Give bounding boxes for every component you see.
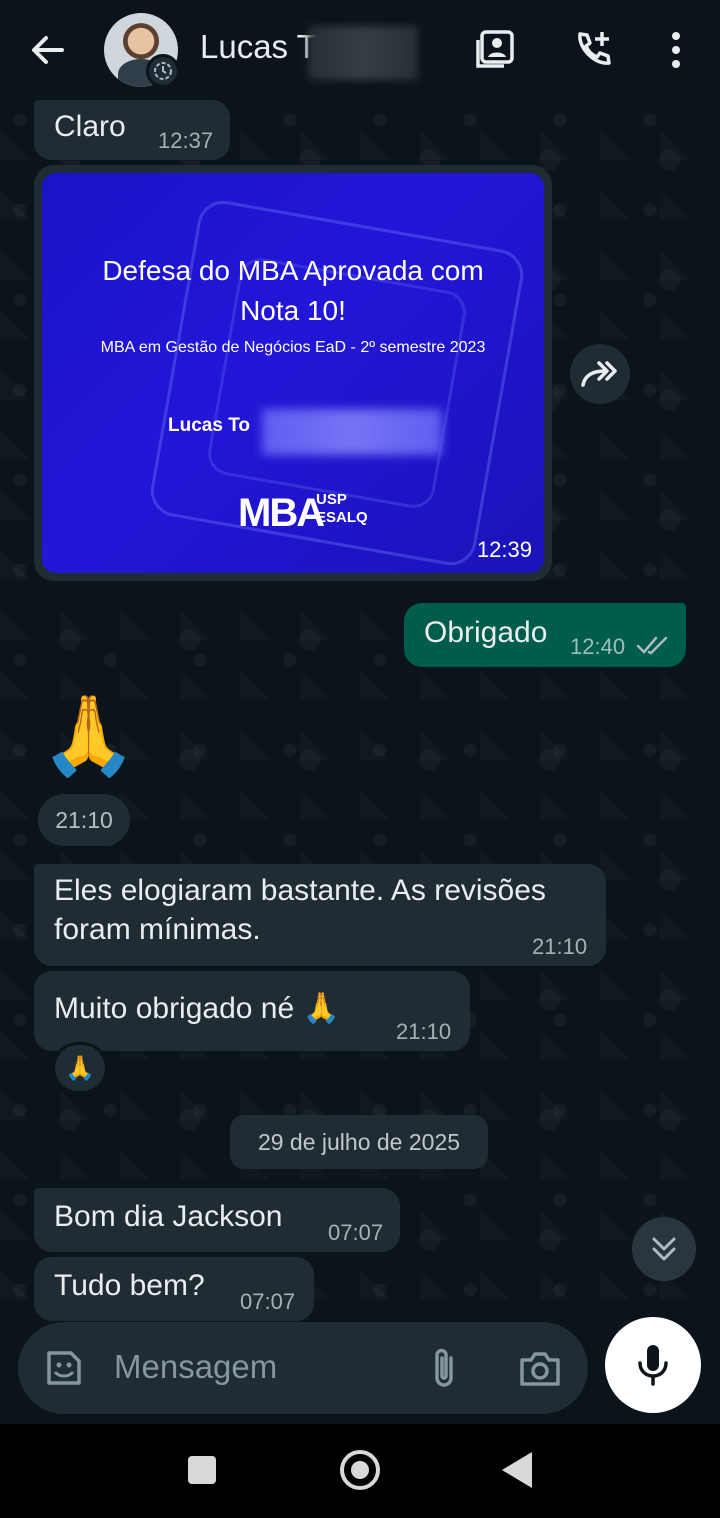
attach-icon[interactable] — [420, 1344, 468, 1392]
message-bubble[interactable]: Muito obrigado né 🙏 21:10 — [34, 971, 470, 1051]
message-text: Tudo bem? — [54, 1269, 205, 1302]
message-text: Muito obrigado né 🙏 — [54, 992, 340, 1025]
image-message[interactable]: Defesa do MBA Aprovada com Nota 10! MBA … — [34, 165, 552, 581]
mba-logo-sub: USP ESALQ — [316, 491, 368, 527]
message-composer[interactable]: Mensagem — [18, 1322, 588, 1414]
redacted-name-blur — [262, 409, 442, 455]
message-time: 12:37 — [158, 128, 214, 153]
message-image[interactable]: Defesa do MBA Aprovada com Nota 10! MBA … — [42, 173, 544, 573]
home-button[interactable] — [340, 1450, 380, 1490]
image-subtitle: MBA em Gestão de Negócios EaD - 2º semes… — [100, 339, 486, 356]
microphone-icon — [638, 1345, 668, 1386]
message-bubble[interactable]: Bom dia Jackson 07:07 — [34, 1188, 400, 1252]
back-arrow-icon[interactable] — [28, 30, 68, 70]
chat-header: Lucas T — [0, 0, 720, 100]
contact-card-icon[interactable] — [472, 26, 520, 74]
message-time: 21:10 — [396, 1019, 452, 1044]
message-bubble[interactable]: Eles elogiaram bastante. As revisões for… — [34, 864, 606, 966]
message-text: Bom dia Jackson — [54, 1200, 283, 1233]
message-bubble[interactable]: Obrigado 12:40 — [404, 603, 686, 667]
message-time: 12:39 — [476, 537, 532, 562]
message-text: Eles elogiaram bastante. As revisões — [54, 874, 546, 907]
message-time: 21:10 — [532, 934, 588, 959]
image-name-text: Lucas To — [168, 415, 250, 436]
emoji-message[interactable]: 🙏 — [40, 690, 137, 780]
voice-record-button[interactable] — [605, 1317, 701, 1413]
double-chevron-down-icon — [652, 1237, 676, 1261]
message-bubble[interactable]: Claro 12:37 — [34, 100, 230, 160]
forward-icon — [581, 361, 617, 387]
date-separator: 29 de julho de 2025 — [230, 1115, 488, 1169]
message-input[interactable]: Mensagem — [114, 1348, 277, 1386]
message-text: Claro — [54, 110, 126, 143]
add-call-icon[interactable] — [568, 26, 616, 74]
logo-sub-line: ESALQ — [316, 509, 368, 526]
message-text: Obrigado — [424, 616, 548, 649]
image-title: Defesa do MBA Aprovada com Nota 10! — [42, 251, 544, 331]
camera-icon[interactable] — [516, 1344, 564, 1392]
double-check-icon — [636, 636, 668, 655]
message-text: foram mínimas. — [54, 913, 261, 946]
image-title-line: Nota 10! — [240, 295, 346, 326]
status-icon — [146, 54, 180, 88]
more-vert-icon[interactable] — [652, 26, 700, 74]
redacted-name-blur — [308, 26, 418, 80]
system-back-button[interactable] — [502, 1452, 532, 1488]
system-nav-bar — [0, 1424, 720, 1518]
forward-button[interactable] — [570, 344, 630, 404]
sticker-icon[interactable] — [40, 1344, 88, 1392]
recents-button[interactable] — [188, 1456, 216, 1484]
message-time: 21:10 — [38, 794, 130, 846]
message-time: 07:07 — [240, 1289, 296, 1314]
message-time: 07:07 — [328, 1220, 384, 1245]
contact-name[interactable]: Lucas T — [200, 28, 317, 66]
image-title-line: Defesa do MBA Aprovada com — [102, 255, 484, 286]
logo-sub-line: USP — [316, 491, 347, 508]
message-bubble[interactable]: Tudo bem? 07:07 — [34, 1257, 314, 1321]
scroll-to-bottom-button[interactable] — [632, 1217, 696, 1281]
chat-area[interactable]: Claro 12:37 Defesa do MBA Aprovada com N… — [0, 100, 720, 1322]
message-time: 12:40 — [570, 634, 626, 659]
reaction-chip[interactable]: 🙏 — [52, 1042, 108, 1094]
mba-logo: MBA — [238, 491, 325, 535]
